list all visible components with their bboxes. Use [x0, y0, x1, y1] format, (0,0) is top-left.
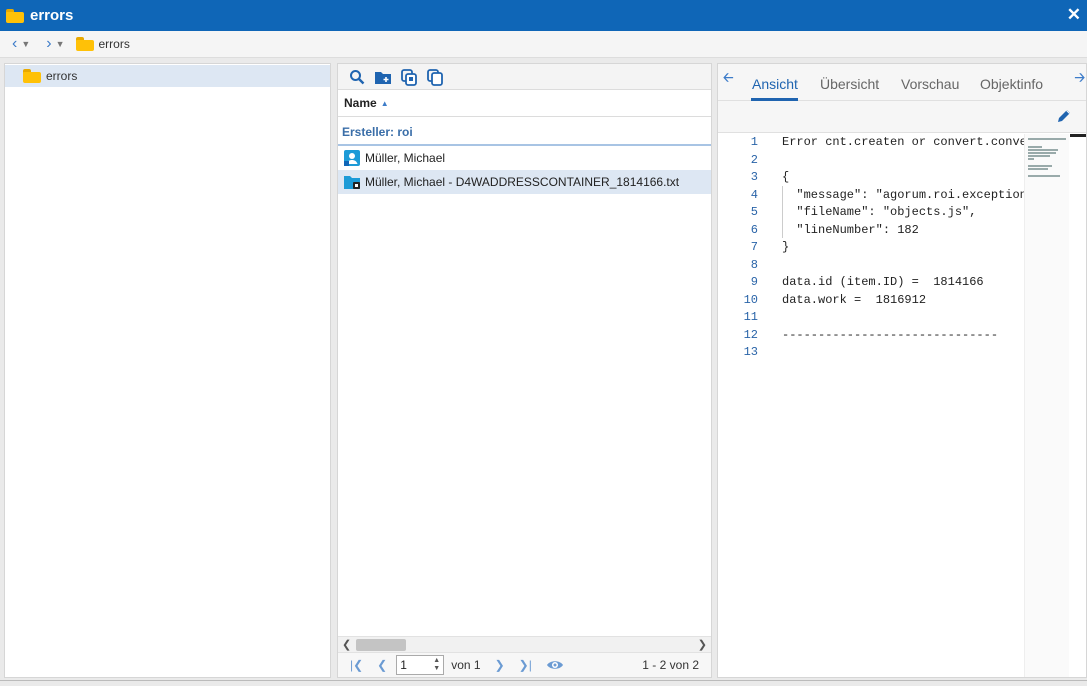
folder-tree-panel: errors [4, 63, 331, 678]
window-bottom-border [0, 680, 1087, 686]
scrollbar-thumb[interactable] [356, 639, 406, 651]
pagination-bar: |❮ ❮ 1 ▲ ▼ von 1 ❯ ❯| 1 - 2 von 2 [338, 652, 711, 677]
edit-button[interactable] [1056, 108, 1072, 124]
tab-uebersicht[interactable]: Übersicht [820, 76, 879, 92]
list-item[interactable]: Müller, Michael [338, 146, 711, 170]
folder-icon [23, 69, 41, 83]
window-title: errors [30, 7, 74, 24]
preview-toggle-button[interactable] [546, 659, 564, 671]
preview-tabs: 🡠 Ansicht Übersicht Vorschau Objektinfo … [718, 64, 1086, 101]
line-number: 6 [750, 222, 758, 237]
code-line: { [782, 170, 790, 184]
folder-plus-icon [375, 71, 391, 84]
container-folder-icon [344, 176, 360, 189]
line-number: 7 [750, 240, 758, 254]
line-number: 13 [743, 345, 758, 359]
object-list-panel: Name ▲ Ersteller: roi Müller, Michael Mü… [337, 63, 712, 678]
line-number: 8 [750, 257, 758, 272]
forward-history-dropdown[interactable]: ▼ [56, 39, 65, 49]
preview-panel: 🡠 Ansicht Übersicht Vorschau Objektinfo … [717, 63, 1087, 678]
code-line: data.id (item.ID) = 1814166 [782, 275, 984, 289]
horizontal-scrollbar[interactable]: ❮ ❯ [338, 636, 711, 652]
eye-icon [546, 661, 563, 669]
navigation-bar: ‹ ▼ › ▼ errors [0, 31, 1087, 58]
code-line: } [782, 240, 790, 254]
record-range-label: 1 - 2 von 2 [642, 658, 699, 672]
tab-ansicht[interactable]: Ansicht [752, 76, 798, 92]
tab-scroll-left-icon[interactable]: 🡠 [723, 69, 734, 91]
next-page-icon[interactable]: ❯ [495, 658, 505, 672]
line-number: 9 [750, 275, 758, 289]
code-line: data.work = 1816912 [782, 292, 927, 307]
search-icon [350, 69, 365, 84]
line-number: 3 [750, 170, 758, 184]
group-header[interactable]: Ersteller: roi [338, 117, 711, 146]
tab-objektinfo[interactable]: Objektinfo [980, 76, 1043, 92]
back-history-dropdown[interactable]: ▼ [21, 39, 30, 49]
code-viewer[interactable]: 1 2 3 4 5 6 7 8 9 10 11 12 13 Error cnt.createn or c… [718, 134, 1086, 677]
search-button[interactable] [348, 68, 366, 86]
minimap[interactable] [1024, 134, 1069, 677]
code-content[interactable]: Error cnt.createn or convert.conver { "me… [782, 134, 1025, 362]
tree-item-errors[interactable]: errors [5, 65, 330, 87]
tab-vorschau[interactable]: Vorschau [901, 76, 959, 92]
pencil-icon [1058, 110, 1070, 122]
line-number: 2 [750, 152, 758, 167]
vertical-scrollbar[interactable] [1070, 134, 1086, 677]
copy-special-icon [401, 68, 417, 86]
new-folder-button[interactable] [374, 68, 392, 86]
column-header-name[interactable]: Name ▲ [338, 90, 711, 117]
line-number: 10 [743, 292, 758, 307]
preview-toolbar [718, 101, 1086, 133]
folder-icon [75, 37, 94, 51]
previous-page-icon[interactable]: ❮ [377, 658, 387, 672]
line-number: 1 [750, 135, 758, 149]
breadcrumb-label: errors [98, 37, 130, 51]
page-count-label: von 1 [451, 658, 481, 672]
copy-button[interactable] [426, 68, 444, 86]
title-bar: errors ✕ [0, 0, 1087, 31]
line-number: 5 [750, 205, 758, 219]
copy-as-button[interactable] [400, 68, 418, 86]
user-card-icon [344, 150, 360, 166]
line-number-gutter: 1 2 3 4 5 6 7 8 9 10 11 12 13 [718, 134, 758, 362]
code-line: "fileName": "objects.js", [782, 205, 977, 219]
first-page-icon[interactable]: |❮ [350, 658, 363, 672]
folder-icon [6, 8, 24, 23]
column-header-label: Name [344, 96, 377, 110]
line-number: 12 [743, 327, 758, 342]
list-toolbar [338, 64, 711, 90]
list-item[interactable]: Müller, Michael - D4WADDRESSCONTAINER_18… [338, 170, 711, 194]
tab-scroll-right-icon[interactable]: 🡢 [1074, 69, 1085, 91]
back-button[interactable]: ‹ [12, 36, 17, 52]
close-icon[interactable]: ✕ [1067, 5, 1081, 25]
code-line: "lineNumber": 182 [782, 222, 919, 237]
forward-button[interactable]: › [46, 36, 51, 52]
page-number-input[interactable]: 1 ▲ ▼ [396, 655, 445, 675]
scroll-right-icon[interactable]: ❯ [698, 637, 707, 653]
breadcrumb[interactable]: errors [75, 37, 130, 51]
scrollbar-thumb[interactable] [1070, 134, 1086, 137]
code-line: ------------------------------ [782, 327, 999, 342]
sort-ascending-icon: ▲ [380, 98, 389, 108]
last-page-icon[interactable]: ❯| [519, 658, 532, 672]
page-number-value: 1 [400, 658, 407, 672]
list-item-label: Müller, Michael - D4WADDRESSCONTAINER_18… [365, 175, 680, 189]
tree-item-label: errors [46, 69, 78, 83]
scroll-left-icon[interactable]: ❮ [342, 637, 351, 653]
line-number: 11 [743, 310, 758, 324]
line-number: 4 [750, 187, 758, 202]
page-spinner-icon[interactable]: ▲ ▼ [433, 657, 440, 673]
list-item-label: Müller, Michael [365, 151, 446, 165]
code-line: Error cnt.createn or convert.conver [782, 135, 1025, 149]
copy-icon [427, 68, 443, 86]
code-line: "message": "agorum.roi.exception. [782, 187, 1025, 202]
